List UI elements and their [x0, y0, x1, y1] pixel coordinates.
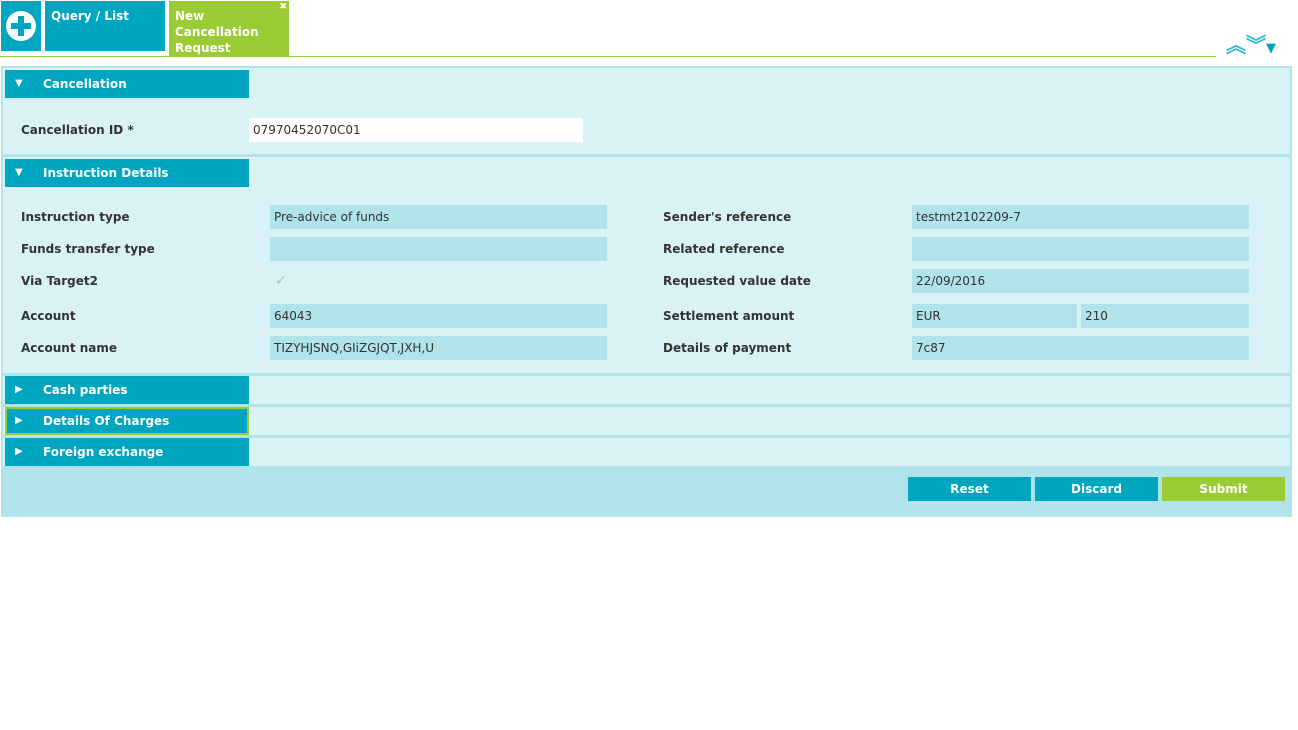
tab-label: New Cancellation Request — [175, 9, 259, 55]
field-value: TIZYHJSNQ,GIiZGJQT,JXH,U — [270, 336, 607, 360]
tab-divider — [0, 56, 1216, 57]
field-value: 7c87 — [912, 336, 1249, 360]
field-label: Account name — [21, 341, 118, 355]
submit-button[interactable]: Submit — [1162, 477, 1285, 501]
cancellation-id-label: Cancellation ID * — [21, 123, 134, 137]
via-target2-checkbox[interactable]: ✓ — [275, 269, 287, 293]
expand-arrow-icon: ▶ — [15, 384, 23, 395]
field-label: Via Target2 — [21, 274, 98, 288]
cancellation-id-input[interactable]: 07970452070C01 — [249, 118, 583, 142]
close-icon[interactable]: ✖ — [279, 1, 287, 13]
field-label: Requested value date — [663, 274, 811, 288]
field-value: 64043 — [270, 304, 607, 328]
reset-button[interactable]: Reset — [908, 477, 1031, 501]
field-label: Account — [21, 309, 76, 323]
collapse-all-icon[interactable]: ︽ — [1226, 33, 1246, 57]
field-label: Sender's reference — [663, 210, 792, 224]
field-label: Related reference — [663, 242, 785, 256]
new-item-tab[interactable] — [1, 1, 41, 51]
expand-arrow-icon: ▶ — [15, 415, 23, 426]
settlement-currency: EUR — [912, 304, 1077, 328]
tab-query-list[interactable]: Query / List — [45, 1, 165, 51]
section-cancellation: ▼ Cancellation Cancellation ID * 07970452… — [3, 68, 1290, 154]
field-label: Funds transfer type — [21, 242, 155, 256]
expand-all-icon[interactable]: ︾ — [1246, 33, 1266, 57]
field-label: Settlement amount — [663, 309, 795, 323]
menu-dropdown-icon[interactable]: ▼ — [1266, 41, 1276, 56]
section-instruction-details: ▼ Instruction Details Instruction type Pre… — [3, 157, 1290, 373]
field-label: Details of payment — [663, 341, 792, 355]
field-value: 22/09/2016 — [912, 269, 1249, 293]
section-header-cancellation[interactable]: ▼ Cancellation — [5, 70, 249, 98]
expand-arrow-icon: ▶ — [15, 446, 23, 457]
plus-circle-icon — [6, 11, 36, 41]
section-cash-parties: ▶ Cash parties — [3, 376, 1290, 404]
field-value — [912, 237, 1249, 261]
field-value: Pre-advice of funds — [270, 205, 607, 229]
section-header-details-of-charges[interactable]: ▶ Details Of Charges — [5, 407, 249, 435]
form-panel: ▼ Cancellation Cancellation ID * 07970452… — [1, 66, 1292, 517]
field-label: Instruction type — [21, 210, 130, 224]
section-details-of-charges: ▶ Details Of Charges — [3, 407, 1290, 435]
discard-button[interactable]: Discard — [1035, 477, 1158, 501]
collapse-arrow-icon: ▼ — [15, 78, 23, 89]
section-header-instruction-details[interactable]: ▼ Instruction Details — [5, 159, 249, 187]
section-foreign-exchange: ▶ Foreign exchange — [3, 438, 1290, 466]
field-value: testmt2102209-7 — [912, 205, 1249, 229]
settlement-amount: 210 — [1081, 304, 1249, 328]
section-header-cash-parties[interactable]: ▶ Cash parties — [5, 376, 249, 404]
section-header-foreign-exchange[interactable]: ▶ Foreign exchange — [5, 438, 249, 466]
collapse-arrow-icon: ▼ — [15, 167, 23, 178]
field-value — [270, 237, 607, 261]
tab-new-cancellation-request[interactable]: New Cancellation Request ✖ — [169, 1, 289, 56]
